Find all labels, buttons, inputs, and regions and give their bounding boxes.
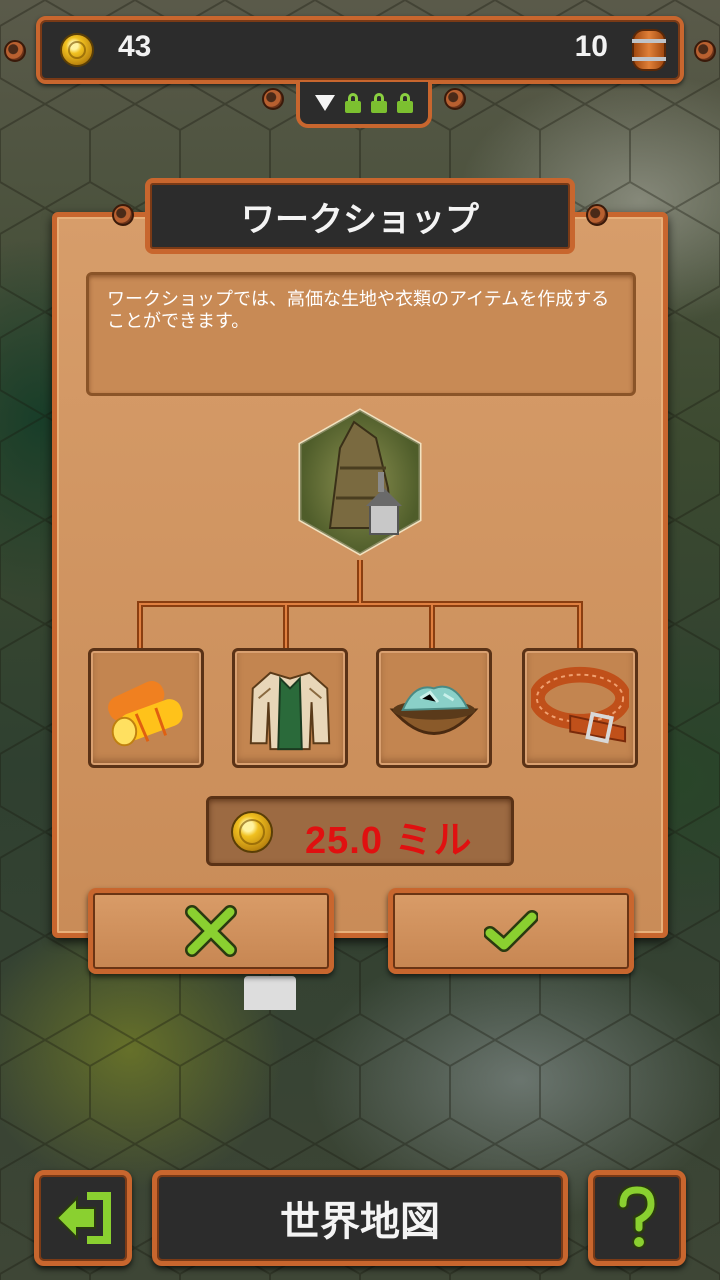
price-value: 25.0 ミル [305, 820, 473, 862]
product-slot-jacket[interactable] [232, 648, 348, 768]
jacket-icon [249, 671, 331, 751]
dialog-title: ワークショップ [145, 178, 575, 254]
product-slot-fabric[interactable] [88, 648, 204, 768]
dialog-title-text: ワークショップ [241, 199, 479, 240]
dye-bowl-icon [389, 685, 479, 735]
cross-icon [185, 905, 237, 957]
price-panel: 25.0 ミル [206, 796, 514, 866]
rivet [694, 40, 716, 62]
cancel-button[interactable] [88, 888, 334, 974]
help-button[interactable] [588, 1170, 686, 1266]
product-slot-belt[interactable] [522, 648, 638, 768]
lock-icon [397, 93, 413, 113]
barrel-icon [632, 29, 666, 71]
exit-arrow-icon [55, 1192, 111, 1244]
leather-belt-icon [531, 666, 629, 744]
product-slot-dye[interactable] [376, 648, 492, 768]
rivet [4, 40, 26, 62]
description-text: ワークショップでは、高価な生地や衣類のアイテムを作成することができます。 [107, 289, 610, 332]
rivet [586, 204, 608, 226]
question-mark-icon [617, 1186, 657, 1249]
resource-bar: 43 10 [36, 16, 684, 84]
rivet [444, 88, 466, 110]
workshop-building-icon [298, 408, 422, 556]
premium-lock-bar[interactable] [296, 82, 432, 128]
confirm-button[interactable] [388, 888, 634, 974]
rivet [262, 88, 284, 110]
lock-icon [345, 93, 361, 113]
map-gate-icon [244, 976, 296, 1010]
dialog-description: ワークショップでは、高価な生地や衣類のアイテムを作成することができます。 [86, 272, 636, 396]
lock-icon [371, 93, 387, 113]
rivet [112, 204, 134, 226]
fabric-rolls-icon [108, 681, 183, 747]
gold-coin-icon [60, 33, 94, 67]
coin-count: 43 [118, 30, 152, 63]
barrel-count: 10 [574, 30, 608, 63]
diamond-icon [315, 95, 335, 111]
gold-coin-icon [231, 811, 273, 853]
world-map-title-plate: 世界地図 [152, 1170, 568, 1266]
exit-button[interactable] [34, 1170, 132, 1266]
check-icon [484, 910, 538, 952]
world-map-title: 世界地図 [280, 1199, 440, 1245]
